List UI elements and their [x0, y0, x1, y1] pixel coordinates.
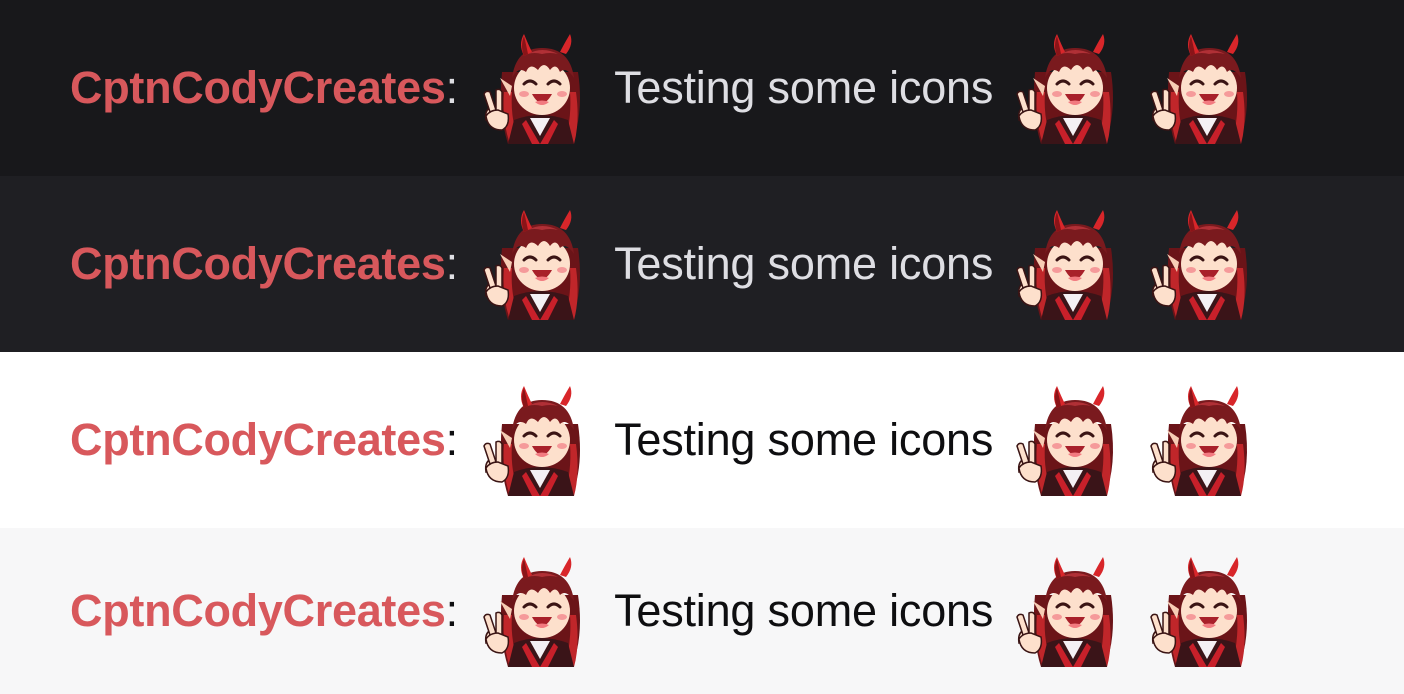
oni-girl-emote-icon [1013, 384, 1125, 496]
chat-username[interactable]: CptnCodyCreates [70, 585, 446, 637]
chat-separator: : [445, 62, 459, 113]
chat-username[interactable]: CptnCodyCreates [70, 238, 446, 290]
chat-message-text: Testing some icons [614, 414, 994, 465]
chat-username[interactable]: CptnCodyCreates [70, 414, 446, 466]
chat-row-dark: CptnCodyCreates: Testing some icons [0, 0, 1404, 176]
oni-girl-emote-icon [1147, 555, 1259, 667]
chat-message-text: Testing some icons [614, 585, 994, 636]
oni-girl-emote-icon [1147, 208, 1259, 320]
chat-separator: : [445, 238, 459, 289]
chat-message-text: Testing some icons [614, 238, 994, 289]
oni-girl-emote-icon [480, 555, 592, 667]
chat-separator: : [445, 585, 459, 636]
oni-girl-emote-icon [480, 208, 592, 320]
chat-row-light-alt: CptnCodyCreates: Testing some icons [0, 528, 1404, 694]
chat-row-light: CptnCodyCreates: Testing some icons [0, 352, 1404, 528]
chat-message-text: Testing some icons [614, 62, 994, 113]
chat-row-dark-alt: CptnCodyCreates: Testing some icons [0, 176, 1404, 352]
chat-username[interactable]: CptnCodyCreates [70, 62, 446, 114]
oni-girl-emote-icon [480, 32, 592, 144]
oni-girl-emote-icon [1013, 32, 1125, 144]
oni-girl-emote-icon [480, 384, 592, 496]
oni-girl-emote-icon [1013, 555, 1125, 667]
chat-separator: : [445, 414, 459, 465]
oni-girl-emote-icon [1013, 208, 1125, 320]
chat-theme-preview: CptnCodyCreates: Testing some icons Cptn… [0, 0, 1404, 694]
oni-girl-emote-icon [1147, 384, 1259, 496]
oni-girl-emote-icon [1147, 32, 1259, 144]
